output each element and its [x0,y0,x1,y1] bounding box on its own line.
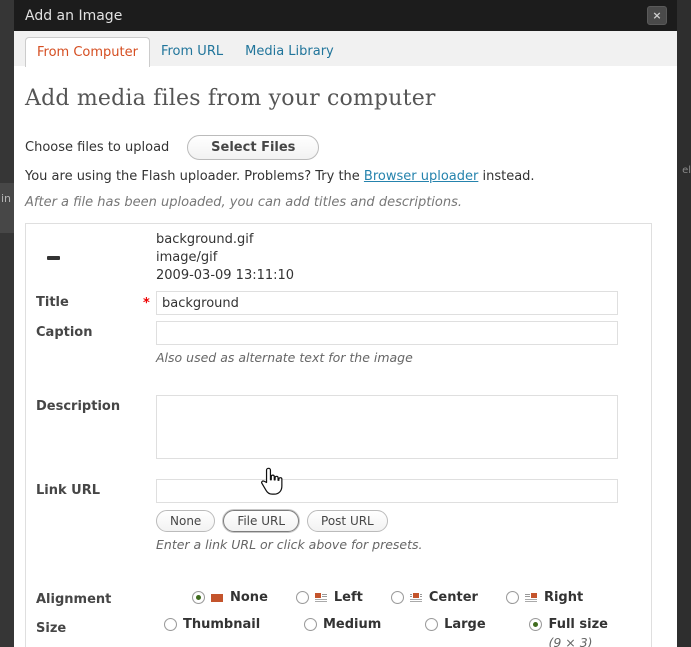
link-url-input[interactable] [156,479,618,503]
size-label: Size [36,617,156,647]
background-text-fragment: in [1,192,11,205]
file-meta: background.gif image/gif 2009-03-09 13:1… [156,231,618,285]
tab-from-url[interactable]: From URL [150,37,234,66]
title-field-row: Title * [36,291,651,315]
description-textarea[interactable] [156,395,618,459]
size-option-medium[interactable]: Medium [304,617,381,632]
description-label: Description [36,395,156,463]
background-text-fragment: el [682,165,691,176]
size-option-large[interactable]: Large [425,617,486,632]
align-center-icon [410,593,423,603]
radio-icon[interactable] [506,591,519,604]
caption-input[interactable] [156,321,618,345]
radio-checked-icon[interactable] [529,618,542,631]
caption-label: Caption [36,321,156,379]
radio-icon[interactable] [425,618,438,631]
flash-uploader-note: You are using the Flash uploader. Proble… [25,169,666,184]
caption-field-row: Caption Also used as alternate text for … [36,321,651,379]
dialog-content: Add media files from your computer Choos… [14,66,677,647]
dimmed-page-band [0,183,14,233]
required-asterisk: * [143,296,150,311]
after-upload-note: After a file has been uploaded, you can … [25,195,666,210]
dimmed-page-left [0,0,14,647]
radio-icon[interactable] [304,618,317,631]
radio-checked-icon[interactable] [192,591,205,604]
title-label: Title [36,291,156,315]
add-image-dialog: Add an Image × From Computer From URL Me… [14,0,677,647]
page-title: Add media files from your computer [25,86,666,111]
caption-help: Also used as alternate text for the imag… [156,350,618,365]
file-thumbnail-image [47,256,60,260]
align-left-icon [315,593,328,603]
select-files-button[interactable]: Select Files [187,135,319,160]
media-tabs: From Computer From URL Media Library [14,31,677,66]
browser-uploader-link[interactable]: Browser uploader [364,169,478,184]
dialog-titlebar: Add an Image × [14,0,677,31]
file-thumbnail-cell [36,231,156,285]
size-option-thumbnail[interactable]: Thumbnail [164,617,260,632]
size-option-full-size[interactable]: Full size [529,617,608,632]
file-info-row: background.gif image/gif 2009-03-09 13:1… [36,231,651,285]
link-url-field-row: Link URL None File URL Post URL Enter a … [36,479,651,566]
screen: in el Add an Image × From Computer From … [0,0,691,647]
file-name: background.gif [156,231,618,249]
alignment-label: Alignment [36,588,156,607]
radio-icon[interactable] [296,591,309,604]
link-url-help: Enter a link URL or click above for pres… [156,537,618,552]
radio-icon[interactable] [164,618,177,631]
title-input[interactable] [156,291,618,315]
alignment-option-right[interactable]: Right [506,590,583,605]
radio-icon[interactable] [391,591,404,604]
align-none-icon [211,593,224,603]
align-right-icon [525,593,538,603]
media-item-box: background.gif image/gif 2009-03-09 13:1… [25,223,652,647]
link-post-url-button[interactable]: Post URL [307,510,388,532]
link-none-button[interactable]: None [156,510,215,532]
file-type: image/gif [156,249,618,267]
alignment-option-left[interactable]: Left [296,590,363,605]
size-field-row: Size Thumbnail Medium Large [36,617,651,647]
tab-media-library[interactable]: Media Library [234,37,345,66]
alignment-field-row: Alignment None Left [36,588,651,607]
alignment-option-center[interactable]: Center [391,590,478,605]
link-url-label: Link URL [36,479,156,566]
file-date: 2009-03-09 13:11:10 [156,267,618,285]
close-icon[interactable]: × [647,6,667,25]
description-field-row: Description [36,395,651,463]
dialog-title: Add an Image [25,8,647,24]
dimmed-page-right [677,0,691,647]
full-size-dimensions: (9 × 3) [548,635,608,647]
alignment-option-none[interactable]: None [192,590,268,605]
choose-files-label: Choose files to upload [25,140,169,155]
tab-from-computer[interactable]: From Computer [25,37,150,67]
link-file-url-button[interactable]: File URL [223,510,299,532]
